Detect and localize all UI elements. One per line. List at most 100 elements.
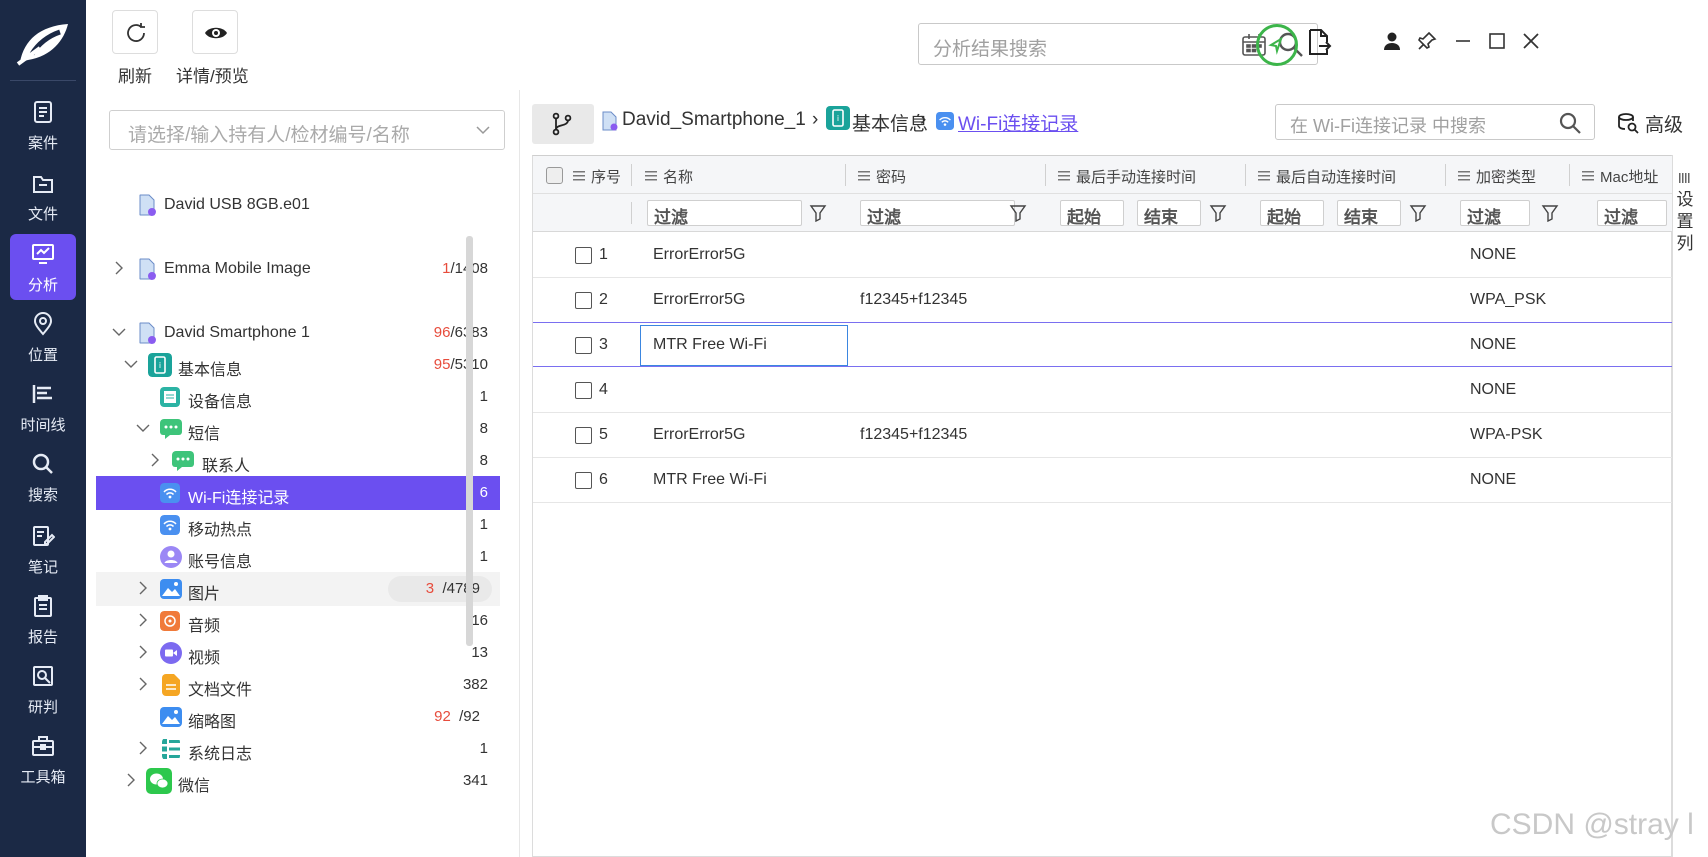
column-menu-icon[interactable] [645, 171, 657, 181]
filter-funnel-icon[interactable] [1009, 204, 1027, 222]
column-menu-icon[interactable] [1258, 171, 1270, 181]
encryption-filter-input[interactable]: 过滤 [1460, 200, 1530, 227]
column-menu-icon[interactable] [573, 171, 585, 181]
nav-item-toolbox[interactable]: 工具箱 [10, 726, 76, 792]
tree-item-images[interactable]: 图片 3 /4789 [96, 572, 500, 606]
branch-toggle-button[interactable] [532, 104, 594, 144]
nav-item-judgement[interactable]: 研判 [10, 656, 76, 722]
chevron-right-icon[interactable] [112, 261, 126, 275]
chevron-down-icon[interactable] [124, 357, 138, 371]
column-divider[interactable] [631, 164, 632, 186]
tree-item-documents[interactable]: 文档文件 382 [96, 668, 500, 702]
manual-time-end-input[interactable]: 结束 [1137, 200, 1201, 227]
filter-funnel-icon[interactable] [1541, 204, 1559, 222]
column-menu-icon[interactable] [1582, 171, 1594, 181]
column-settings-button[interactable]: 设置列 [1672, 155, 1695, 857]
tree-item-wechat[interactable]: 微信 341 [96, 764, 500, 798]
tree-item-device-info[interactable]: 设备信息 1 [96, 380, 500, 414]
select-all-checkbox[interactable] [546, 167, 563, 184]
row-checkbox[interactable] [575, 382, 592, 399]
maximize-icon[interactable] [1486, 30, 1508, 52]
tree-item-audio[interactable]: 音频 16 [96, 604, 500, 638]
row-checkbox[interactable] [575, 337, 592, 354]
password-filter-input[interactable]: 过滤 [860, 200, 1015, 227]
table-row[interactable]: 2 ErrorError5G f12345+f12345 WPA_PSK [533, 278, 1673, 323]
tree-item-account-info[interactable]: 账号信息 1 [96, 540, 500, 574]
row-checkbox[interactable] [575, 247, 592, 264]
sync-status-button[interactable] [1256, 24, 1298, 66]
filter-funnel-icon[interactable] [809, 204, 827, 222]
chevron-right-icon[interactable] [136, 581, 150, 595]
tree-item-thumbnails[interactable]: 缩略图 92 /92 [96, 700, 500, 734]
chevron-right-icon[interactable] [148, 453, 162, 467]
chevron-right-icon[interactable] [136, 613, 150, 627]
tree-item-emma-mobile[interactable]: Emma Mobile Image 1/1408 [96, 252, 500, 286]
search-icon[interactable] [1558, 111, 1582, 135]
tree-scrollbar[interactable] [466, 236, 473, 646]
nav-item-notes[interactable]: 笔记 [10, 516, 76, 582]
chevron-right-icon[interactable] [136, 677, 150, 691]
filter-funnel-icon[interactable] [1209, 204, 1227, 222]
nav-item-case[interactable]: 案件 [10, 92, 76, 158]
user-icon[interactable] [1381, 30, 1403, 52]
nav-item-report[interactable]: 报告 [10, 586, 76, 652]
table-row-selected[interactable]: 3 MTR Free Wi-Fi NONE [533, 322, 1673, 367]
column-divider[interactable] [1045, 164, 1046, 186]
row-checkbox[interactable] [575, 472, 592, 489]
table-row[interactable]: 6 MTR Free Wi-Fi NONE [533, 458, 1673, 503]
nav-item-search[interactable]: 搜索 [10, 444, 76, 510]
column-header-encryption[interactable]: 加密类型 [1458, 166, 1536, 187]
table-row[interactable]: 5 ErrorError5G f12345+f12345 WPA-PSK [533, 413, 1673, 458]
tree-item-wifi-records[interactable]: Wi-Fi连接记录 6 [96, 476, 500, 510]
tree-item-video[interactable]: 视频 13 [96, 636, 500, 670]
export-file-icon[interactable] [1306, 28, 1332, 56]
analysis-icon [32, 244, 54, 264]
column-menu-icon[interactable] [1458, 171, 1470, 181]
row-checkbox[interactable] [575, 292, 592, 309]
manual-time-start-input[interactable]: 起始 [1060, 200, 1124, 227]
chevron-right-icon[interactable] [136, 645, 150, 659]
column-menu-icon[interactable] [1058, 171, 1070, 181]
tree-item-basic-info[interactable]: i 基本信息 95/5310 [96, 348, 500, 382]
refresh-button[interactable] [112, 10, 158, 54]
tree-item-david-smartphone[interactable]: David Smartphone 1 96/6383 [96, 316, 500, 350]
auto-time-start-input[interactable]: 起始 [1260, 200, 1324, 227]
column-divider[interactable] [1245, 164, 1246, 186]
nav-item-timeline[interactable]: 时间线 [10, 374, 76, 440]
filter-funnel-icon[interactable] [1409, 204, 1427, 222]
minimize-icon[interactable] [1452, 30, 1474, 52]
details-preview-button[interactable] [192, 10, 238, 54]
column-header-no[interactable]: 序号 [573, 166, 621, 187]
row-checkbox[interactable] [575, 427, 592, 444]
column-header-password[interactable]: 密码 [858, 166, 906, 187]
column-divider[interactable] [845, 164, 846, 186]
column-header-auto-time[interactable]: 最后自动连接时间 [1258, 166, 1396, 187]
column-header-manual-time[interactable]: 最后手动连接时间 [1058, 166, 1196, 187]
nav-item-analysis[interactable]: 分析 [10, 234, 76, 300]
chevron-down-icon[interactable] [136, 421, 150, 435]
auto-time-end-input[interactable]: 结束 [1337, 200, 1401, 227]
nav-item-file[interactable]: 文件 [10, 163, 76, 229]
chevron-right-icon[interactable] [124, 773, 138, 787]
table-row[interactable]: 1 ErrorError5G NONE [533, 233, 1673, 278]
table-row[interactable]: 4 NONE [533, 368, 1673, 413]
close-icon[interactable] [1520, 30, 1542, 52]
column-divider[interactable] [1445, 164, 1446, 186]
tree-item-david-usb[interactable]: David USB 8GB.e01 [96, 188, 500, 222]
tab-search-box[interactable]: 在 Wi-Fi连接记录 中搜索 [1275, 104, 1595, 140]
column-header-mac[interactable]: Mac地址 [1582, 166, 1672, 187]
column-menu-icon[interactable] [858, 171, 870, 181]
tree-filter-select[interactable]: 请选择/输入持有人/检材编号/名称 [109, 110, 505, 150]
chevron-down-icon[interactable] [112, 325, 126, 339]
tree-item-system-log[interactable]: 系统日志 1 [96, 732, 500, 766]
pin-icon[interactable] [1416, 30, 1438, 52]
column-header-name[interactable]: 名称 [645, 166, 693, 187]
tree-item-contacts[interactable]: 联系人 8 [96, 444, 500, 478]
nav-item-location[interactable]: 位置 [10, 304, 76, 370]
tree-item-sms[interactable]: 短信 8 [96, 412, 500, 446]
column-divider[interactable] [1569, 164, 1570, 186]
tree-item-hotspot[interactable]: 移动热点 1 [96, 508, 500, 542]
chevron-right-icon[interactable] [136, 741, 150, 755]
name-filter-input[interactable]: 过滤 [647, 200, 802, 227]
mac-filter-input[interactable]: 过滤 [1597, 200, 1667, 227]
